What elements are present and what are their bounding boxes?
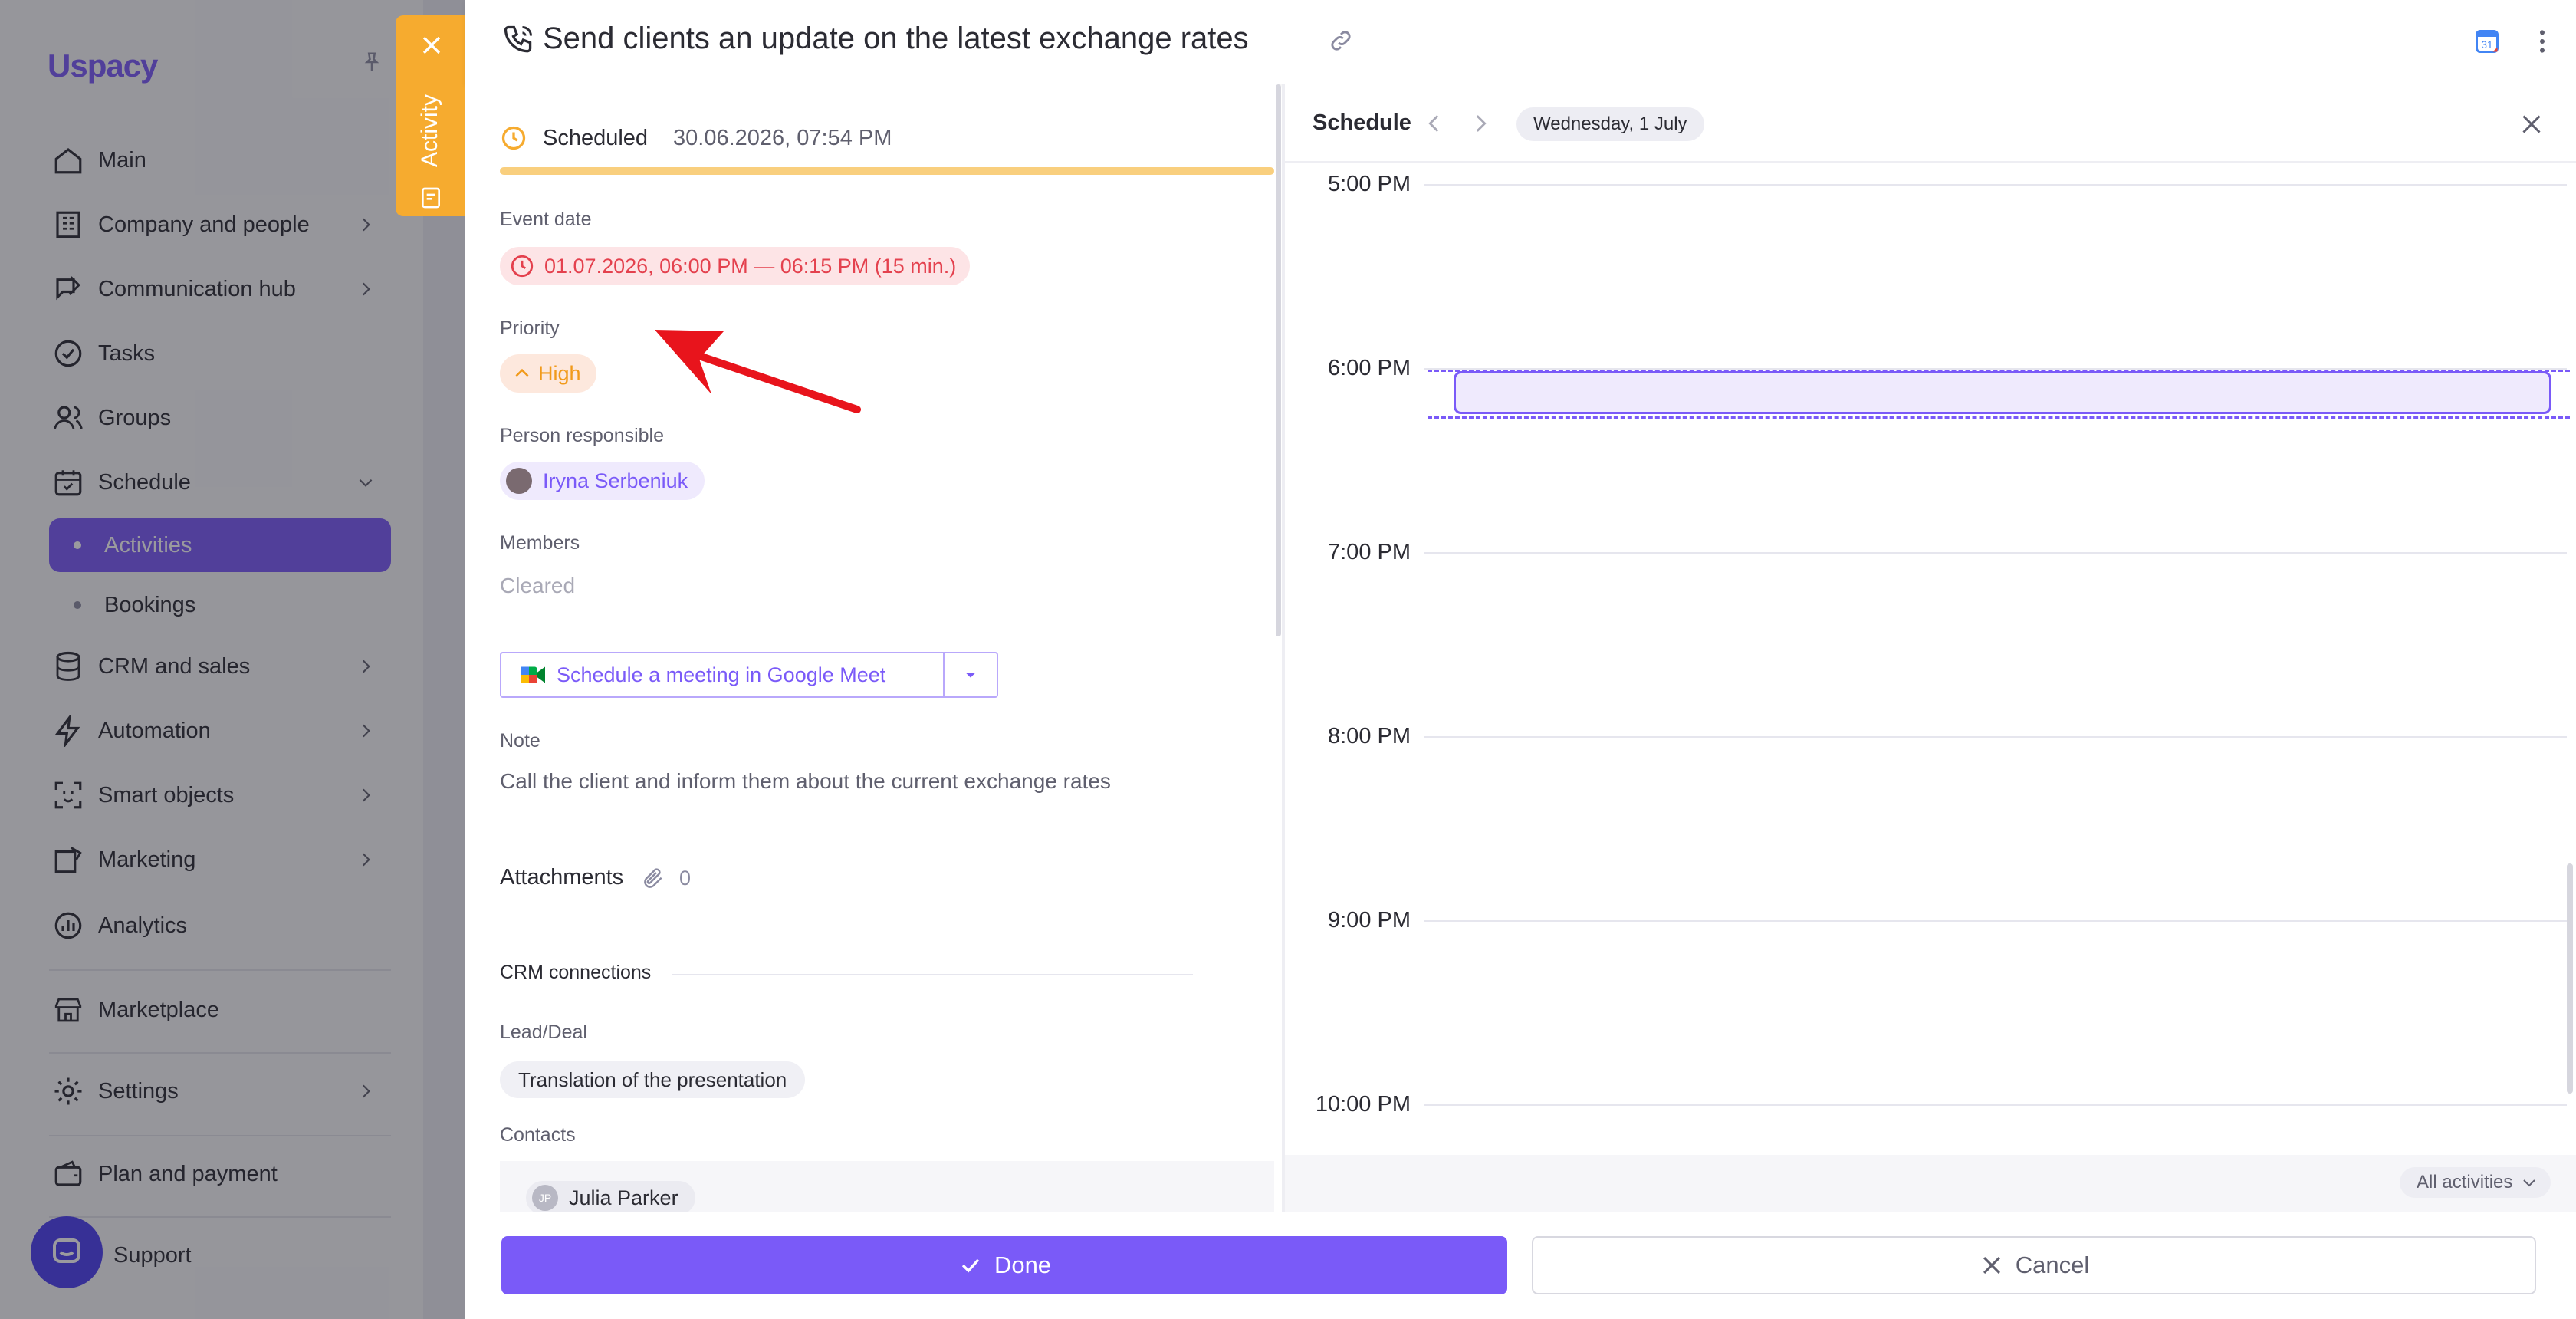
- contact-chip[interactable]: JP Julia Parker: [526, 1181, 695, 1215]
- close-icon[interactable]: [2518, 110, 2545, 138]
- activity-form: Scheduled 30.06.2026, 07:54 PM Event dat…: [465, 84, 1280, 1215]
- contacts-label: Contacts: [500, 1124, 576, 1146]
- clock-icon: [501, 126, 526, 150]
- crm-connections-label: CRM connections: [500, 962, 652, 983]
- done-label: Done: [994, 1252, 1052, 1278]
- schedule-title: Schedule: [1313, 110, 1411, 135]
- page-title: Send clients an update on the latest exc…: [543, 21, 1249, 55]
- panel-header: Send clients an update on the latest exc…: [465, 0, 2576, 84]
- attachments-label: Attachments: [500, 865, 624, 890]
- lead-label: Lead/Deal: [500, 1021, 587, 1043]
- responsible-chip[interactable]: Iryna Serbeniuk: [500, 462, 705, 500]
- hour-label: 7:00 PM: [1328, 540, 1411, 564]
- hour-label: 9:00 PM: [1328, 908, 1411, 933]
- priority-value: High: [538, 361, 581, 385]
- schedule-meet-label: Schedule a meeting in Google Meet: [557, 663, 886, 686]
- avatar: [506, 468, 532, 494]
- link-icon[interactable]: [1328, 28, 1354, 54]
- schedule-footer: All activities: [1285, 1155, 2576, 1212]
- note-value[interactable]: Call the client and inform them about th…: [500, 765, 1144, 798]
- activity-panel: Send clients an update on the latest exc…: [465, 0, 2576, 1319]
- cancel-button[interactable]: Cancel: [1532, 1236, 2536, 1294]
- priority-label: Priority: [500, 317, 560, 339]
- members-label: Members: [500, 532, 580, 554]
- hour-line[interactable]: [1424, 552, 2567, 554]
- caret-down-icon: [965, 673, 976, 678]
- event-date-value: 01.07.2026, 06:00 PM — 06:15 PM (15 min.…: [544, 254, 957, 278]
- done-button[interactable]: Done: [501, 1236, 1507, 1294]
- schedule-scrollbar[interactable]: [2567, 863, 2573, 1094]
- hour-line[interactable]: [1424, 1104, 2567, 1106]
- phone-call-icon: [504, 25, 532, 53]
- schedule-meet-button[interactable]: Schedule a meeting in Google Meet: [501, 653, 943, 696]
- responsible-value: Iryna Serbeniuk: [543, 469, 688, 492]
- close-icon: [1983, 1256, 2000, 1275]
- hour-label: 5:00 PM: [1328, 172, 1411, 196]
- chevron-up-icon: [515, 368, 529, 377]
- hour-label: 10:00 PM: [1315, 1092, 1411, 1117]
- contact-value: Julia Parker: [569, 1186, 678, 1209]
- contact-avatar: JP: [532, 1185, 558, 1211]
- panel-footer: Done Cancel: [465, 1212, 2576, 1319]
- lead-chip[interactable]: Translation of the presentation: [500, 1061, 806, 1098]
- activities-filter[interactable]: All activities: [2400, 1167, 2551, 1198]
- chevron-right-icon[interactable]: [1467, 110, 1493, 137]
- hour-line[interactable]: [1424, 920, 2567, 922]
- note-label: Note: [500, 730, 540, 752]
- activity-tab-label: Activity: [417, 94, 442, 167]
- close-icon[interactable]: [419, 32, 445, 58]
- activities-filter-label: All activities: [2417, 1172, 2513, 1192]
- schedule-header: Schedule Wednesday, 1 July: [1285, 84, 2576, 163]
- chevron-down-icon: [2523, 1179, 2536, 1187]
- more-vertical-icon[interactable]: [2527, 26, 2558, 57]
- google-meet-icon: [521, 666, 545, 683]
- schedule-date-chip[interactable]: Wednesday, 1 July: [1516, 107, 1704, 141]
- cancel-label: Cancel: [2015, 1252, 2090, 1278]
- status-progress-bar: [500, 167, 1274, 175]
- responsible-label: Person responsible: [500, 425, 665, 446]
- status-time: 30.06.2026, 07:54 PM: [673, 126, 892, 150]
- google-calendar-icon[interactable]: 31: [2473, 28, 2501, 55]
- activity-tab[interactable]: Activity: [396, 15, 466, 216]
- lead-value: Translation of the presentation: [518, 1067, 787, 1091]
- event-date-label: Event date: [500, 209, 592, 230]
- check-icon: [961, 1258, 980, 1273]
- meet-dropdown-toggle[interactable]: [945, 653, 997, 696]
- clock-icon: [511, 255, 534, 278]
- hour-line[interactable]: [1424, 184, 2567, 186]
- annotation-arrow-icon: [655, 330, 861, 413]
- contacts-box: JP Julia Parker: [500, 1161, 1274, 1215]
- event-date-chip[interactable]: 01.07.2026, 06:00 PM — 06:15 PM (15 min.…: [500, 247, 971, 285]
- schedule-pane: Schedule Wednesday, 1 July 5:00 PM 6:00 P…: [1285, 84, 2576, 1212]
- svg-text:31: 31: [2481, 39, 2492, 51]
- hour-label: 8:00 PM: [1328, 724, 1411, 748]
- chevron-left-icon[interactable]: [1421, 110, 1447, 137]
- hour-label: 6:00 PM: [1328, 356, 1411, 380]
- document-icon: [422, 187, 440, 209]
- status-label: Scheduled: [543, 126, 649, 150]
- members-value[interactable]: Cleared: [500, 574, 575, 598]
- schedule-date: Wednesday, 1 July: [1533, 113, 1687, 134]
- event-block[interactable]: [1454, 371, 2551, 414]
- google-meet-split-button: Schedule a meeting in Google Meet: [500, 652, 998, 698]
- paperclip-icon[interactable]: [641, 867, 665, 891]
- section-divider: [672, 974, 1193, 975]
- form-scrollbar[interactable]: [1276, 84, 1281, 636]
- hour-line[interactable]: [1424, 736, 2567, 738]
- priority-chip[interactable]: High: [500, 354, 596, 393]
- attachments-count: 0: [679, 867, 692, 890]
